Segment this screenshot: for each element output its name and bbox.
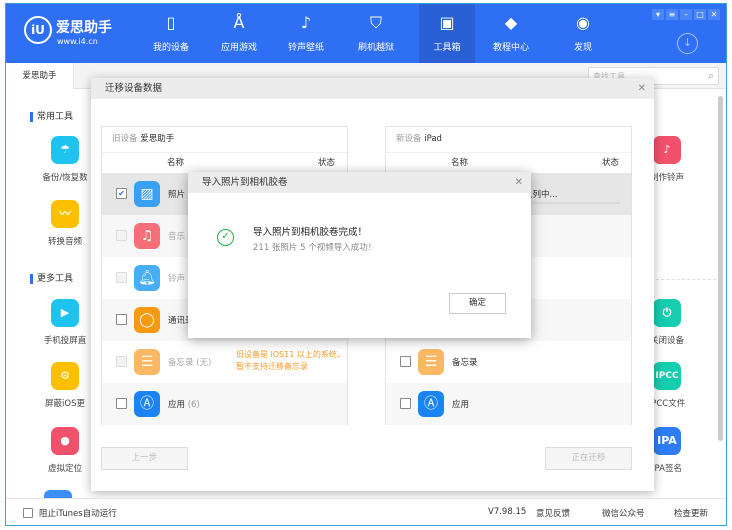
new-device-name: iPad [424, 134, 442, 144]
checkbox[interactable] [400, 356, 411, 367]
list-item[interactable]: Ⓐ 应用 (6) [102, 383, 347, 425]
section-common-tools: 常用工具 [30, 112, 73, 122]
toolbox-icon: ▣ [439, 13, 455, 32]
notes-icon: ☰ [418, 349, 444, 375]
success-check-icon: ✓ [217, 229, 234, 246]
download-icon[interactable]: ↓ [677, 33, 698, 54]
feedback-link[interactable]: 意见反馈 [536, 507, 570, 519]
import-complete-dialog: 导入照片到相机胶卷 ✕ ✓ 导入照片到相机胶卷完成！ 211 张照片 5 个视频… [188, 172, 531, 338]
ok-button[interactable]: 确定 [449, 293, 506, 314]
phone-icon: ▯ [166, 13, 176, 32]
compass-icon: ◉ [576, 13, 590, 32]
close-icon[interactable]: ✕ [708, 9, 720, 20]
bell-icon: 🔔︎ [134, 265, 160, 291]
checkbox [116, 272, 127, 283]
minimize-icon[interactable]: – [680, 9, 692, 20]
umbrella-icon: ☂ [51, 136, 79, 164]
skin-icon[interactable]: ▾ [652, 9, 664, 20]
shield-icon: ⛉ [369, 13, 382, 32]
nav-toolbox[interactable]: ▣ 工具箱 [419, 4, 475, 63]
nav-tutorials[interactable]: ◆ 教程中心 [483, 4, 539, 63]
location-icon: ● [51, 427, 79, 455]
music-icon: ♫ [134, 223, 160, 249]
progress-bar [526, 202, 620, 204]
version: V7.98.15 [488, 507, 527, 517]
nav-flash[interactable]: ⛉ 刷机越狱 [348, 4, 404, 63]
logo-url: www.i4.cn [57, 37, 98, 46]
memo-warning: 旧设备是 iOS11 以上的系统，暂不支持迁移备忘录 [236, 350, 345, 371]
app-store-icon: Ⓐ [418, 391, 444, 417]
logo-name: 爱思助手 [56, 20, 112, 36]
checkbox [116, 356, 127, 367]
tool-mirror[interactable]: ▶ 手机投屏直 [30, 299, 100, 346]
menu-icon[interactable]: ≡ [666, 9, 678, 20]
nav-discover[interactable]: ◉ 发现 [555, 4, 611, 63]
migrating-button: 正在迁移 [545, 447, 632, 470]
nav-ringtones[interactable]: ♪ 铃声壁纸 [278, 4, 334, 63]
nav-my-device[interactable]: ▯ 我的设备 [143, 4, 199, 63]
app-store-icon: Å [233, 13, 245, 32]
music-plus-icon: ♪ [653, 136, 681, 164]
modal-heading: 导入照片到相机胶卷完成！ [253, 227, 368, 238]
tool-location[interactable]: ● 虚拟定位 [30, 427, 100, 474]
checkbox [116, 230, 127, 241]
contacts-icon: ◯ [134, 307, 160, 333]
graduation-icon: ◆ [504, 13, 518, 32]
wechat-link[interactable]: 微信公众号 [602, 507, 645, 519]
footer: 阻止iTunes自动运行 V7.98.15 意见反馈 微信公众号 检查更新 [6, 498, 726, 525]
search-icon[interactable]: ⌕ [708, 69, 714, 83]
music-icon: ♪ [300, 13, 312, 32]
divider [656, 279, 716, 280]
tool-backup[interactable]: ☂ 备份/恢复数 [30, 136, 100, 183]
nav-apps[interactable]: Å 应用游戏 [211, 4, 267, 63]
itunes-label: 阻止iTunes自动运行 [39, 509, 117, 519]
old-device-name: 爱思助手 [140, 134, 175, 144]
checkbox[interactable] [400, 398, 411, 409]
scrollbar[interactable] [718, 96, 723, 441]
list-item: ☰ 备忘录 (无) 旧设备是 iOS11 以上的系统，暂不支持迁移备忘录 [102, 341, 347, 383]
notes-icon: ☰ [134, 349, 160, 375]
maximize-icon[interactable]: □ [694, 9, 706, 20]
screen-play-icon: ▶ [51, 299, 79, 327]
close-icon[interactable]: ✕ [638, 78, 646, 99]
list-item[interactable]: Ⓐ 应用 [386, 383, 631, 425]
gear-icon: ⚙ [51, 362, 79, 390]
waveform-icon: 〰 [51, 200, 79, 228]
check-update-link[interactable]: 检查更新 [674, 507, 708, 519]
modal-title: 导入照片到相机胶卷 [188, 172, 531, 193]
tab-i4[interactable]: 爱思助手 [6, 63, 74, 89]
header: iU 爱思助手 www.i4.cn ▯ 我的设备 Å 应用游戏 ♪ 铃声壁纸 ⛉ 刷机越… [6, 4, 726, 63]
photos-icon: ▨ [134, 181, 160, 207]
migrate-dialog-title: 迁移设备数据 [91, 78, 654, 99]
checkbox[interactable]: ✔ [116, 188, 127, 199]
checkbox[interactable] [116, 398, 127, 409]
logo-icon: iU [24, 16, 52, 44]
close-icon[interactable]: ✕ [515, 172, 523, 193]
itunes-checkbox[interactable] [23, 508, 33, 518]
app-store-icon: Ⓐ [134, 391, 160, 417]
prev-button[interactable]: 上一步 [101, 447, 188, 470]
modal-detail: 211 张照片 5 个视频导入成功！ [253, 243, 377, 253]
list-item[interactable]: ☰ 备忘录 [386, 341, 631, 383]
checkbox[interactable] [116, 314, 127, 325]
app-window: iU 爱思助手 www.i4.cn ▯ 我的设备 Å 应用游戏 ♪ 铃声壁纸 ⛉ 刷机越… [5, 3, 727, 526]
power-icon: ⏻ [653, 299, 681, 327]
tool-audio[interactable]: 〰转换音频 [30, 200, 100, 247]
section-more-tools: 更多工具 [30, 274, 73, 284]
tool-block-update[interactable]: ⚙ 屏蔽iOS更 [30, 362, 100, 409]
